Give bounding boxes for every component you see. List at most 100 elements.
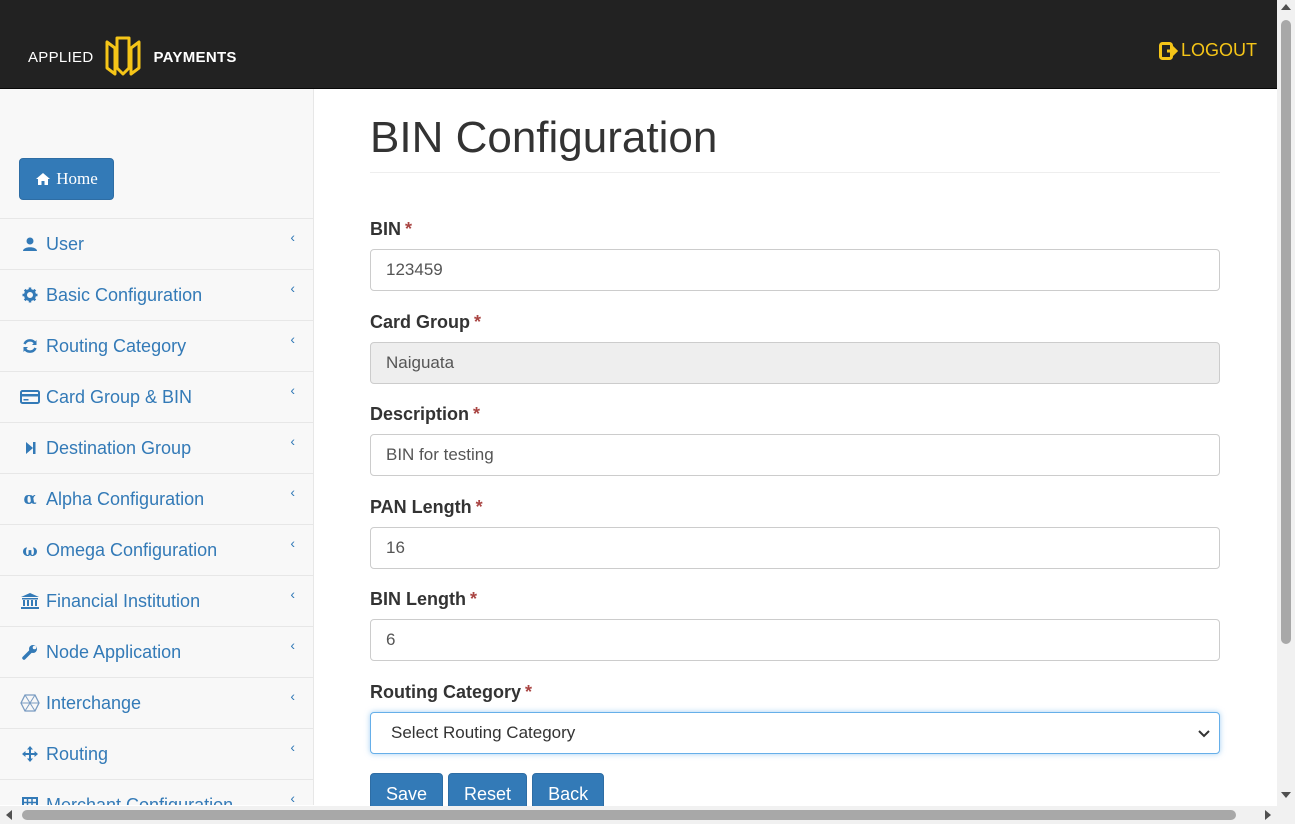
sidebar-item-label: Destination Group bbox=[46, 437, 192, 458]
sidebar-item-interchange[interactable]: Interchange ‹ bbox=[0, 677, 313, 728]
pan-length-input-value: 16 bbox=[386, 538, 405, 557]
pan-length-label-text: PAN Length bbox=[370, 497, 472, 517]
bin-label: BIN * bbox=[370, 219, 412, 240]
card-group-value: Naiguata bbox=[386, 353, 455, 372]
sidebar-item-label: Node Application bbox=[46, 641, 182, 662]
logout-link[interactable]: LOGOUT bbox=[1158, 40, 1257, 61]
home-label: Home bbox=[56, 169, 98, 188]
chevron-left-icon: ‹ bbox=[290, 382, 295, 398]
step-forward-icon bbox=[20, 438, 40, 458]
chevron-left-icon: ‹ bbox=[290, 484, 295, 500]
scroll-right-icon[interactable] bbox=[1265, 810, 1271, 820]
vertical-scrollbar[interactable] bbox=[1277, 0, 1295, 806]
description-label-text: Description bbox=[370, 404, 470, 424]
card-group-label: Card Group * bbox=[370, 312, 481, 333]
grid-icon bbox=[20, 795, 40, 805]
bin-length-label: BIN Length * bbox=[370, 589, 477, 610]
page-title: BIN Configuration bbox=[370, 113, 718, 162]
bin-length-input[interactable]: 6 bbox=[370, 619, 1220, 661]
sidebar-item-label: Omega Configuration bbox=[46, 539, 218, 560]
bank-icon bbox=[20, 591, 40, 611]
card-group-field: Naiguata bbox=[370, 342, 1220, 384]
sidebar-item-label: Interchange bbox=[46, 692, 142, 713]
bin-length-input-value: 6 bbox=[386, 630, 396, 649]
sidebar-item-merchant-configuration[interactable]: Merchant Configuration ‹ bbox=[0, 779, 313, 805]
home-icon bbox=[36, 173, 51, 185]
chevron-left-icon: ‹ bbox=[290, 739, 295, 755]
required-marker: * bbox=[405, 219, 413, 239]
description-label: Description * bbox=[370, 404, 480, 425]
description-input[interactable]: BIN for testing bbox=[370, 434, 1220, 476]
horizontal-scroll-thumb[interactable] bbox=[22, 810, 1236, 820]
chevron-left-icon: ‹ bbox=[290, 229, 295, 245]
sidebar-item-label: Alpha Configuration bbox=[46, 488, 205, 509]
gear-icon bbox=[20, 285, 40, 305]
scroll-up-icon[interactable] bbox=[1281, 4, 1291, 10]
required-marker: * bbox=[470, 589, 478, 609]
scroll-down-icon[interactable] bbox=[1281, 792, 1291, 798]
sidebar-item-destination-group[interactable]: Destination Group ‹ bbox=[0, 422, 313, 473]
brand-logo[interactable]: APPLIED PAYMENTS bbox=[28, 34, 237, 80]
credit-card-icon bbox=[20, 387, 40, 407]
vertical-scroll-thumb[interactable] bbox=[1281, 20, 1291, 644]
chevron-down-icon bbox=[1198, 730, 1210, 738]
chevron-left-icon: ‹ bbox=[290, 790, 295, 805]
title-divider bbox=[370, 172, 1220, 173]
chevron-left-icon: ‹ bbox=[290, 433, 295, 449]
network-icon bbox=[20, 693, 40, 713]
sidebar-item-label: Routing bbox=[46, 743, 109, 764]
sidebar-item-alpha-configuration[interactable]: α Alpha Configuration ‹ bbox=[0, 473, 313, 524]
brand-word-applied: APPLIED bbox=[28, 48, 94, 66]
brand-word-payments: PAYMENTS bbox=[153, 48, 237, 66]
chevron-left-icon: ‹ bbox=[290, 637, 295, 653]
routing-category-selected: Select Routing Category bbox=[391, 723, 576, 742]
sidebar-item-label: User bbox=[46, 233, 85, 254]
chevron-left-icon: ‹ bbox=[290, 331, 295, 347]
home-button[interactable]: Home bbox=[19, 158, 114, 200]
bin-input[interactable]: 123459 bbox=[370, 249, 1220, 291]
horizontal-scrollbar[interactable] bbox=[0, 806, 1295, 824]
refresh-icon bbox=[20, 336, 40, 356]
sidebar-item-basic-configuration[interactable]: Basic Configuration ‹ bbox=[0, 269, 313, 320]
sidebar-item-omega-configuration[interactable]: ω Omega Configuration ‹ bbox=[0, 524, 313, 575]
pan-length-label: PAN Length * bbox=[370, 497, 483, 518]
chevron-left-icon: ‹ bbox=[290, 535, 295, 551]
top-navbar: APPLIED PAYMENTS LOGOUT bbox=[0, 0, 1277, 89]
bin-label-text: BIN bbox=[370, 219, 401, 239]
chevron-left-icon: ‹ bbox=[290, 280, 295, 296]
omega-icon: ω bbox=[22, 540, 38, 560]
sidebar-item-financial-institution[interactable]: Financial Institution ‹ bbox=[0, 575, 313, 626]
card-group-label-text: Card Group bbox=[370, 312, 471, 332]
required-marker: * bbox=[525, 682, 533, 702]
pan-length-input[interactable]: 16 bbox=[370, 527, 1220, 569]
brand-mark-icon bbox=[105, 36, 141, 76]
sidebar-menu: User ‹ Basic Configuration ‹ Routing Cat… bbox=[0, 218, 313, 805]
required-marker: * bbox=[473, 404, 481, 424]
sidebar-item-card-group-bin[interactable]: Card Group & BIN ‹ bbox=[0, 371, 313, 422]
chevron-left-icon: ‹ bbox=[290, 688, 295, 704]
chevron-left-icon: ‹ bbox=[290, 586, 295, 602]
sidebar-item-label: Routing Category bbox=[46, 335, 187, 356]
scroll-left-icon[interactable] bbox=[6, 810, 12, 820]
bin-length-label-text: BIN Length bbox=[370, 589, 466, 609]
sidebar-item-label: Merchant Configuration bbox=[46, 794, 234, 806]
description-input-value: BIN for testing bbox=[386, 445, 494, 464]
sidebar-item-label: Card Group & BIN bbox=[46, 386, 193, 407]
bin-input-value: 123459 bbox=[386, 260, 443, 279]
sidebar-item-user[interactable]: User ‹ bbox=[0, 218, 313, 269]
required-marker: * bbox=[474, 312, 482, 332]
logout-icon bbox=[1158, 41, 1179, 60]
sidebar: Home User ‹ Basic Configuration ‹ Routin… bbox=[0, 89, 314, 805]
routing-category-select[interactable]: Select Routing Category bbox=[370, 712, 1220, 754]
sidebar-item-label: Financial Institution bbox=[46, 590, 201, 611]
sidebar-item-label: Basic Configuration bbox=[46, 284, 203, 305]
required-marker: * bbox=[475, 497, 483, 517]
alpha-icon: α bbox=[23, 489, 37, 509]
sidebar-item-routing-category[interactable]: Routing Category ‹ bbox=[0, 320, 313, 371]
logout-label: LOGOUT bbox=[1180, 40, 1257, 60]
routing-category-label-text: Routing Category bbox=[370, 682, 521, 702]
user-icon bbox=[20, 234, 40, 254]
sidebar-item-node-application[interactable]: Node Application ‹ bbox=[0, 626, 313, 677]
sidebar-item-routing[interactable]: Routing ‹ bbox=[0, 728, 313, 779]
wrench-icon bbox=[20, 642, 40, 662]
